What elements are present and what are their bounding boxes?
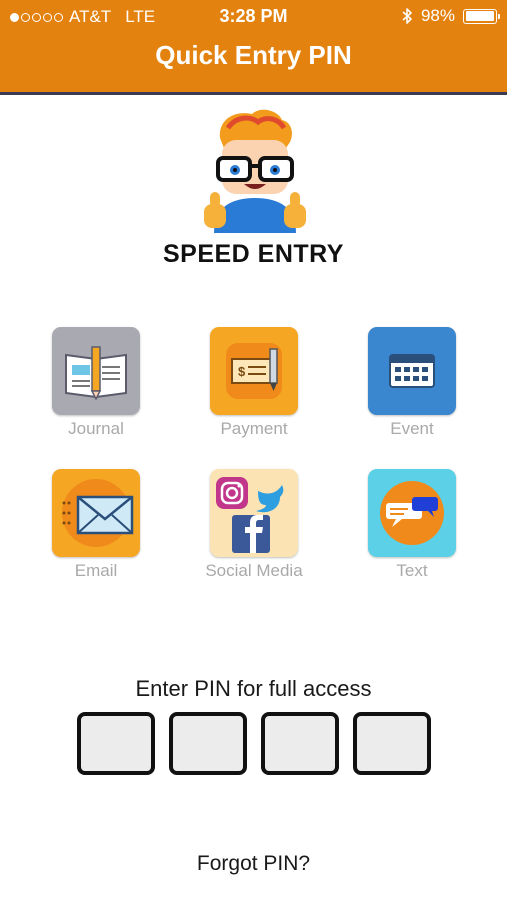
header-divider	[0, 92, 507, 95]
pin-digit-2[interactable]	[169, 712, 247, 775]
brand-name: SPEED ENTRY	[162, 240, 344, 268]
envelope-icon	[52, 469, 140, 557]
status-right: 98%	[401, 6, 500, 26]
pin-input-group	[77, 712, 431, 775]
pin-digit-1[interactable]	[77, 712, 155, 775]
bluetooth-icon	[402, 8, 412, 24]
mascot-logo	[204, 109, 306, 233]
pin-prompt: Enter PIN for full access	[135, 676, 372, 701]
forgot-pin-link[interactable]: Forgot PIN?	[0, 852, 507, 876]
app-header: AT&T LTE 3:28 PM 98% Quick Entry PIN	[0, 0, 507, 92]
pin-digit-3[interactable]	[261, 712, 339, 775]
tile-journal[interactable]: Journal	[26, 327, 166, 439]
journal-icon	[52, 327, 140, 415]
chat-bubbles-icon	[368, 469, 456, 557]
tile-label: Journal	[68, 419, 124, 438]
tile-event[interactable]: Event	[342, 327, 482, 439]
payment-icon: $	[210, 327, 298, 415]
tile-label: Social Media	[205, 561, 303, 580]
battery-icon	[463, 8, 500, 24]
tile-text[interactable]: Text	[342, 469, 482, 581]
status-bar: AT&T LTE 3:28 PM 98%	[0, 0, 507, 34]
social-media-icon	[210, 469, 298, 557]
tile-label: Payment	[220, 419, 288, 438]
svg-text:$: $	[238, 364, 246, 379]
tile-label: Email	[74, 561, 118, 580]
tile-social-media[interactable]: Social Media	[184, 469, 324, 581]
battery-level	[465, 11, 494, 21]
tile-payment[interactable]: $ Payment	[184, 327, 324, 439]
page-title: Quick Entry PIN	[155, 40, 352, 70]
pin-digit-4[interactable]	[353, 712, 431, 775]
tile-email[interactable]: Email	[26, 469, 166, 581]
tile-label: Event	[390, 419, 434, 438]
tile-label: Text	[396, 561, 428, 580]
calendar-icon	[368, 327, 456, 415]
battery-percent: 98%	[420, 6, 455, 25]
